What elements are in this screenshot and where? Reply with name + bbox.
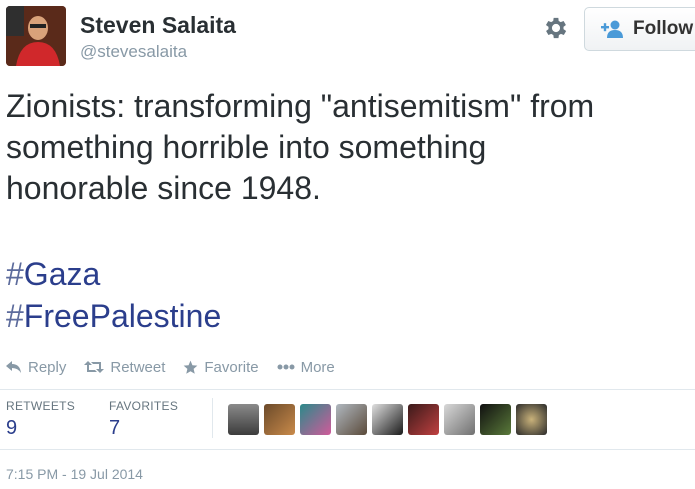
more-label: More bbox=[300, 358, 335, 376]
stats-divider bbox=[212, 398, 213, 438]
retweet-label: Retweet bbox=[110, 358, 166, 376]
favorites-count: 7 bbox=[109, 417, 121, 439]
user-avatar[interactable] bbox=[228, 404, 259, 435]
hashtag-label: FreePalestine bbox=[23, 298, 222, 334]
hashtag-gaza[interactable]: #Gaza bbox=[6, 254, 100, 295]
favorites-label: FAVORITES bbox=[109, 399, 179, 413]
retweet-button[interactable]: Retweet bbox=[84, 359, 165, 376]
star-icon bbox=[184, 360, 198, 374]
hashtag-freepalestine[interactable]: #FreePalestine bbox=[6, 296, 221, 337]
follow-label: Follow bbox=[633, 18, 694, 39]
follow-button[interactable]: Follow bbox=[584, 7, 695, 51]
retweet-icon bbox=[84, 361, 105, 373]
favorite-label: Favorite bbox=[204, 358, 259, 376]
favoriter-avatars bbox=[228, 404, 547, 435]
add-user-icon bbox=[601, 20, 623, 38]
user-avatar[interactable] bbox=[408, 404, 439, 435]
user-avatar[interactable] bbox=[264, 404, 295, 435]
reply-button[interactable]: Reply bbox=[6, 359, 66, 376]
tweet-text: Zionists: transforming "antisemitism" fr… bbox=[6, 88, 595, 206]
author-handle[interactable]: @stevesalaita bbox=[80, 42, 187, 62]
retweets-label: RETWEETS bbox=[6, 399, 76, 413]
reply-label: Reply bbox=[28, 358, 67, 376]
user-avatar[interactable] bbox=[480, 404, 511, 435]
more-dots-icon bbox=[277, 364, 295, 370]
hashtag-label: Gaza bbox=[23, 256, 101, 292]
author-avatar[interactable] bbox=[6, 6, 66, 66]
user-avatar[interactable] bbox=[444, 404, 475, 435]
user-avatar[interactable] bbox=[300, 404, 331, 435]
author-name[interactable]: Steven Salaita bbox=[80, 12, 236, 39]
gear-icon[interactable] bbox=[542, 14, 570, 42]
user-avatar[interactable] bbox=[372, 404, 403, 435]
tweet-timestamp[interactable]: 7:15 PM - 19 Jul 2014 bbox=[6, 466, 143, 482]
retweets-stat[interactable]: RETWEETS 9 bbox=[6, 399, 75, 440]
more-button[interactable]: More bbox=[277, 359, 335, 376]
divider-top bbox=[0, 389, 695, 390]
reply-icon bbox=[6, 361, 21, 373]
favorites-stat[interactable]: FAVORITES 7 bbox=[109, 399, 178, 440]
user-avatar[interactable] bbox=[516, 404, 547, 435]
tweet-actions: Reply Retweet Favorite More bbox=[6, 356, 353, 378]
divider-bottom bbox=[0, 449, 695, 450]
user-avatar[interactable] bbox=[336, 404, 367, 435]
favorite-button[interactable]: Favorite bbox=[183, 358, 259, 376]
retweets-count: 9 bbox=[6, 417, 18, 439]
